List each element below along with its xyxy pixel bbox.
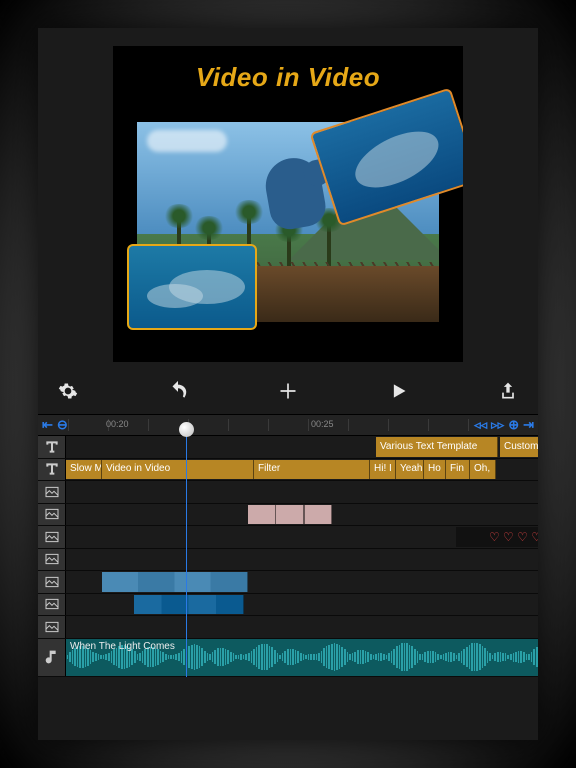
timeline-clip[interactable]: Custom Paint xyxy=(500,437,538,457)
track-head-video-3[interactable] xyxy=(38,616,66,638)
timeline-clip[interactable]: ♡ ♡ ♡ ♡ xyxy=(456,527,538,547)
preview-pip-overlay-1[interactable] xyxy=(309,88,463,227)
video-track-1[interactable] xyxy=(38,571,538,594)
preview-area: Video in Video xyxy=(38,28,538,374)
editor-window: Video in Video xyxy=(38,28,538,740)
audio-clip[interactable]: When The Light Comes xyxy=(66,639,538,676)
tracks-container: Various Text TemplateCustom Paint Slow M… xyxy=(38,436,538,677)
image-icon xyxy=(44,619,60,635)
track-head-overlay-1[interactable] xyxy=(38,481,66,503)
timeline-clip[interactable] xyxy=(102,572,248,592)
main-toolbar xyxy=(38,374,538,414)
play-icon xyxy=(388,381,408,401)
overlay-track-3[interactable]: ♡ ♡ ♡ ♡ xyxy=(38,526,538,549)
timeline-clip[interactable]: Filter xyxy=(254,460,370,480)
track-head-overlay-4[interactable] xyxy=(38,549,66,571)
image-icon xyxy=(44,506,60,522)
image-icon xyxy=(44,574,60,590)
track-head-audio[interactable] xyxy=(38,639,66,676)
undo-button[interactable] xyxy=(158,380,198,408)
ruler-right-controls: ◃◃ ▹▹ ⊕ ⇥ xyxy=(474,417,534,433)
ruler-time-label: 00:20 xyxy=(106,419,129,429)
step-back-button[interactable]: ◃◃ xyxy=(474,417,487,433)
track-head-text-1[interactable] xyxy=(38,436,66,458)
video-track-3[interactable] xyxy=(38,616,538,639)
audio-clip-label: When The Light Comes xyxy=(70,641,175,652)
zoom-in-ruler-button[interactable]: ⊕ xyxy=(508,417,519,433)
text-track-2[interactable]: Slow MVideo in VideoFilterHi! IYeahHoFin… xyxy=(38,459,538,482)
image-icon xyxy=(44,529,60,545)
play-button[interactable] xyxy=(378,381,418,407)
timeline-clip[interactable] xyxy=(134,595,244,615)
video-preview[interactable]: Video in Video xyxy=(113,46,463,362)
track-head-video-2[interactable] xyxy=(38,594,66,616)
timeline-clip[interactable] xyxy=(248,505,332,525)
share-button[interactable] xyxy=(488,381,528,407)
ruler-time-label: 00:25 xyxy=(311,419,334,429)
audio-track[interactable]: When The Light Comes xyxy=(38,639,538,677)
settings-button[interactable] xyxy=(48,381,88,407)
add-button[interactable] xyxy=(268,381,308,407)
track-head-overlay-3[interactable] xyxy=(38,526,66,548)
step-fwd-button[interactable]: ▹▹ xyxy=(491,417,504,433)
image-icon xyxy=(44,484,60,500)
time-ruler[interactable]: ⇤ ⊖ 00:2000:25 ◃◃ ▹▹ ⊕ ⇥ xyxy=(38,414,538,436)
timeline-clip[interactable]: Slow M xyxy=(66,460,102,480)
preview-pip-overlay-2[interactable] xyxy=(127,244,257,330)
music-icon xyxy=(44,649,60,665)
share-icon xyxy=(498,381,518,401)
timeline-clip[interactable]: Hi! I xyxy=(370,460,396,480)
undo-icon xyxy=(167,380,189,402)
timeline-clip[interactable]: Ho xyxy=(424,460,446,480)
text-track-1[interactable]: Various Text TemplateCustom Paint xyxy=(38,436,538,459)
timeline-clip[interactable]: Fin xyxy=(446,460,470,480)
timeline-clip[interactable]: Various Text Template xyxy=(376,437,498,457)
track-head-text-2[interactable] xyxy=(38,459,66,481)
timeline-clip[interactable]: Video in Video xyxy=(102,460,254,480)
overlay-track-1[interactable] xyxy=(38,481,538,504)
preview-title-overlay: Video in Video xyxy=(113,46,463,93)
video-track-2[interactable] xyxy=(38,594,538,617)
jump-end-button[interactable]: ⇥ xyxy=(523,417,534,433)
track-head-video-1[interactable] xyxy=(38,571,66,593)
gear-icon xyxy=(58,381,78,401)
timeline-clip[interactable]: Yeah xyxy=(396,460,424,480)
timeline: ⇤ ⊖ 00:2000:25 ◃◃ ▹▹ ⊕ ⇥ Various Text Te… xyxy=(38,414,538,740)
timeline-clip[interactable]: Oh, xyxy=(470,460,496,480)
ruler-ticks: 00:20 00:25 xyxy=(38,415,538,435)
text-icon xyxy=(44,461,60,477)
overlay-track-4[interactable] xyxy=(38,549,538,572)
track-head-overlay-2[interactable] xyxy=(38,504,66,526)
image-icon xyxy=(44,551,60,567)
text-icon xyxy=(44,439,60,455)
image-icon xyxy=(44,596,60,612)
plus-icon xyxy=(278,381,298,401)
overlay-track-2[interactable] xyxy=(38,504,538,527)
